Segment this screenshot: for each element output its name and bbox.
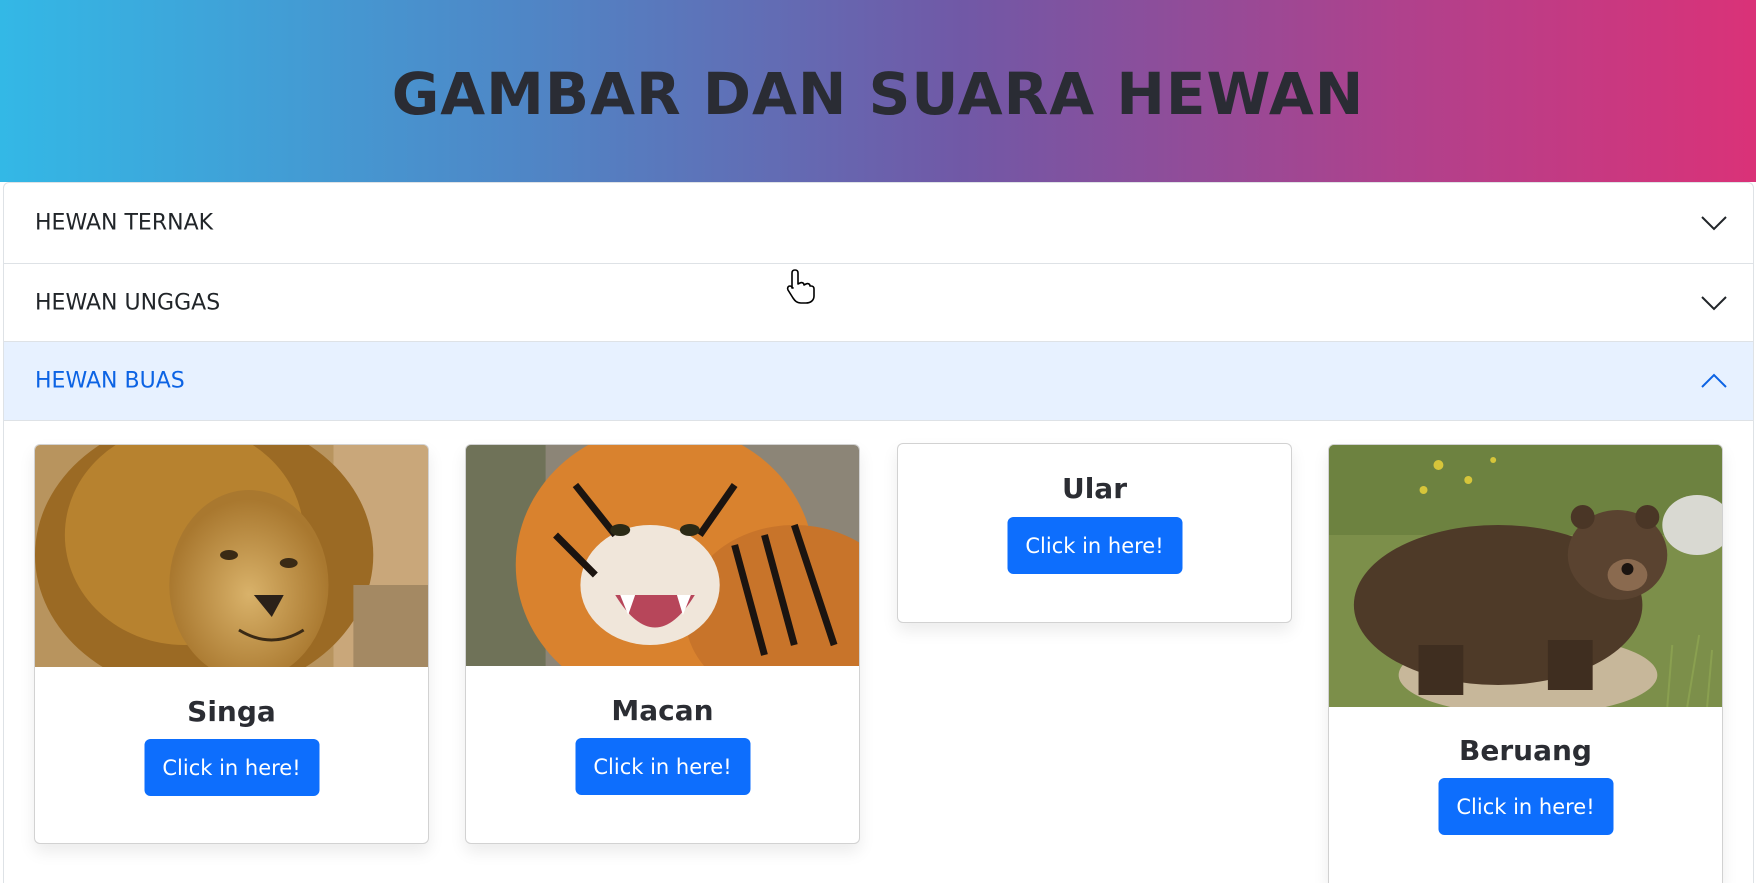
animal-card-macan: Macan Click in here! <box>465 444 860 844</box>
accordion-label: HEWAN UNGGAS <box>35 290 221 315</box>
accordion-label: HEWAN BUAS <box>35 368 185 394</box>
chevron-up-icon <box>1701 373 1727 388</box>
accordion-label: HEWAN TERNAK <box>35 210 214 236</box>
page-title: GAMBAR DAN SUARA HEWAN <box>391 60 1365 128</box>
play-sound-button[interactable]: Click in here! <box>1007 517 1182 574</box>
animal-card-ular: Ular Click in here! <box>897 443 1292 623</box>
animal-name: Beruang <box>1459 734 1592 767</box>
animal-card-beruang: Beruang Click in here! <box>1328 444 1723 883</box>
play-sound-button[interactable]: Click in here! <box>575 738 750 795</box>
page-header: GAMBAR DAN SUARA HEWAN <box>0 0 1756 182</box>
accordion-item-hewan-ternak[interactable]: HEWAN TERNAK <box>4 183 1753 264</box>
play-sound-button[interactable]: Click in here! <box>144 739 319 796</box>
tiger-photo <box>466 445 859 666</box>
animal-name: Ular <box>1061 472 1128 505</box>
chevron-down-icon <box>1701 216 1727 231</box>
bear-photo <box>1329 445 1722 707</box>
accordion-item-hewan-unggas[interactable]: HEWAN UNGGAS <box>4 264 1753 342</box>
hand-cursor-icon <box>786 269 815 304</box>
accordion-item-hewan-buas[interactable]: HEWAN BUAS <box>4 342 1753 421</box>
chevron-down-icon <box>1701 295 1727 310</box>
lion-photo <box>35 445 428 667</box>
animal-name: Singa <box>187 695 276 728</box>
animal-name: Macan <box>611 694 714 727</box>
play-sound-button[interactable]: Click in here! <box>1438 778 1613 835</box>
animal-card-singa: Singa Click in here! <box>34 444 429 844</box>
